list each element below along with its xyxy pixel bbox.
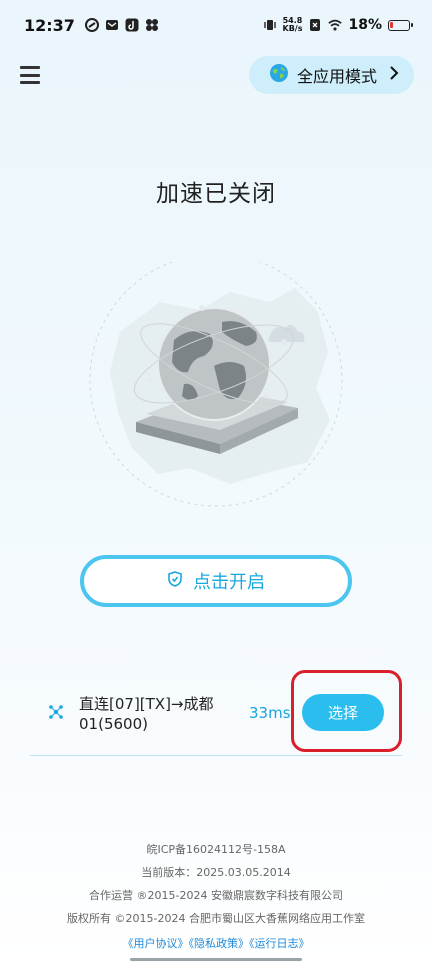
footer-links: 《用户协议》《隐私政策》《运行日志》: [0, 932, 432, 955]
globe-icon: [269, 63, 289, 87]
server-name: 直连[07][TX]→成都01(5600): [79, 695, 214, 733]
footer: 皖ICP备16024112号-158A 当前版本：2025.03.05.2014…: [0, 838, 432, 955]
app-mode-button[interactable]: 全应用模式: [249, 56, 414, 94]
power-shield-icon: [167, 570, 183, 592]
start-button-label: 点击开启: [193, 572, 265, 593]
tiktok-icon: [125, 18, 139, 32]
version-text: 当前版本：2025.03.05.2014: [141, 866, 291, 879]
chevron-right-icon: [389, 65, 399, 86]
icp-number: 皖ICP备16024112号-158A: [146, 843, 286, 856]
message-icon: [105, 18, 119, 32]
status-time: 12:37: [24, 15, 75, 35]
page-title: 加速已关闭: [156, 181, 276, 207]
wifi-icon: [328, 18, 343, 32]
battery-icon: [388, 19, 413, 31]
battery-level: [390, 21, 393, 28]
run-log-link[interactable]: 《运行日志》: [249, 937, 310, 950]
start-acceleration-button[interactable]: 点击开启: [80, 555, 352, 607]
app-mode-label: 全应用模式: [297, 67, 378, 86]
privacy-policy-link[interactable]: 《隐私政策》: [189, 937, 250, 950]
network-node-icon: [48, 704, 64, 724]
no-sim-icon: [308, 18, 322, 32]
home-indicator[interactable]: [130, 958, 302, 961]
hamburger-menu-icon[interactable]: [20, 66, 40, 84]
globe-illustration: [80, 253, 352, 534]
status-right: 54.8 KB/s 18%: [263, 17, 413, 33]
app-notification-icon: [84, 18, 99, 32]
operator-text: 合作运营 ®2015-2024 安徽鼎宸数字科技有限公司: [89, 889, 343, 902]
status-bar: 12:37 54.8 KB/s 18%: [0, 0, 432, 50]
user-agreement-link[interactable]: 《用户协议》: [123, 937, 189, 950]
net-speed: 54.8 KB/s: [283, 17, 303, 33]
notification-icons: [84, 18, 159, 32]
server-ping: 33ms: [249, 704, 291, 722]
vibrate-icon: [263, 18, 277, 32]
highlight-annotation: [291, 670, 402, 752]
net-speed-unit: KB/s: [282, 24, 303, 33]
battery-percent: 18%: [348, 17, 382, 33]
fan-icon: [145, 18, 159, 32]
copyright-text: 版权所有 ©2015-2024 合肥市蜀山区大香蕉网络应用工作室: [67, 912, 365, 925]
